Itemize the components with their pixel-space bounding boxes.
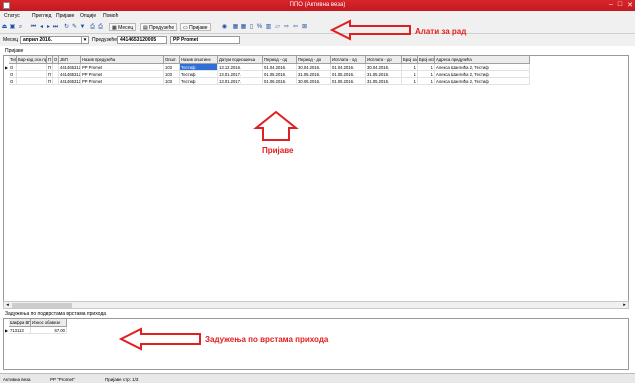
annotation-tools: Алати за рад	[415, 27, 467, 36]
annotation-debts: Задужења по врстама прихода	[205, 335, 329, 344]
arrow-left-icon	[329, 19, 411, 41]
arrow-up-icon	[253, 110, 299, 141]
annotation-layer	[118, 19, 411, 351]
arrow-left-icon	[118, 327, 201, 351]
annotation-applications: Пријаве	[262, 146, 294, 155]
